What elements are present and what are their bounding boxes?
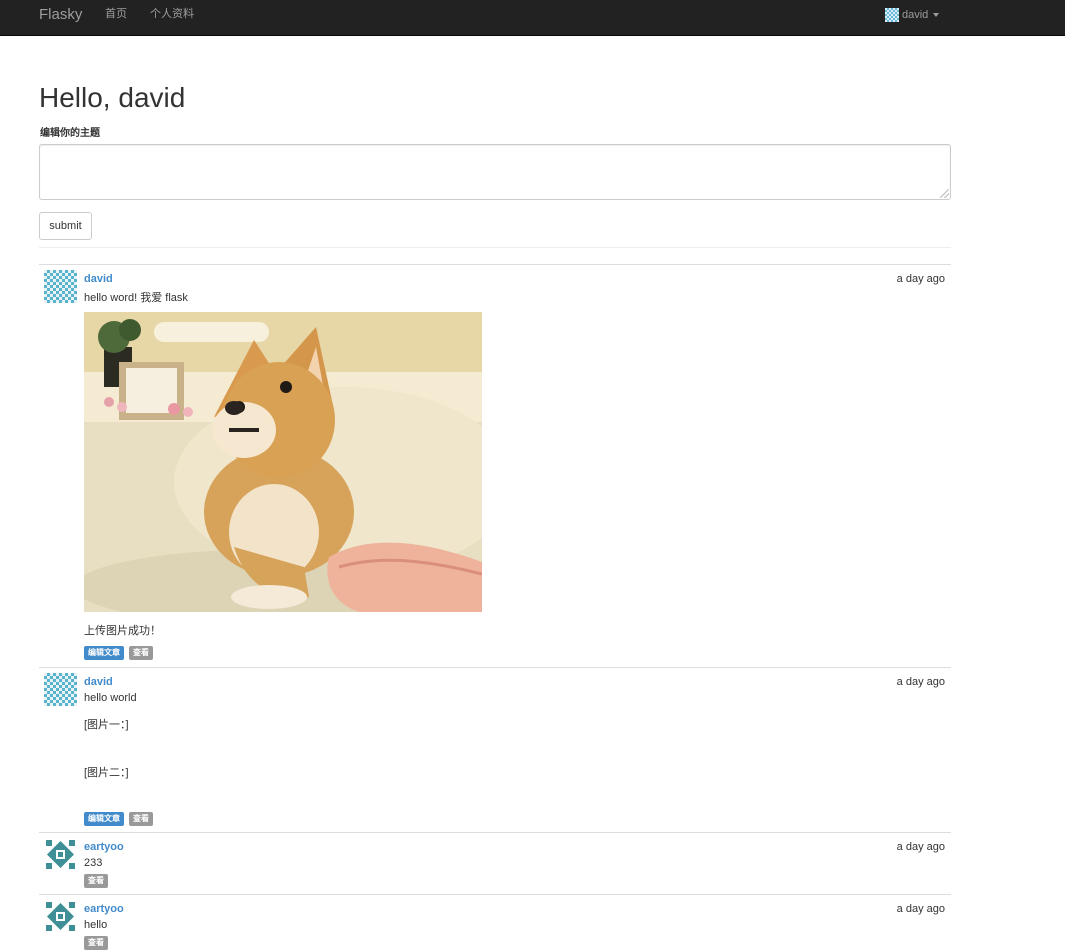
identicon-image (46, 902, 75, 931)
post-date: a day ago (896, 903, 945, 915)
post-body-text: [图片一：] (84, 719, 129, 731)
post-item: david a day ago hello word! 我爱 flask 上传图… (39, 264, 951, 667)
post-body-textarea[interactable] (39, 144, 951, 200)
post-date: a day ago (896, 676, 945, 688)
post-image (84, 312, 482, 612)
post-item: david a day ago hello world [图片一：] [图片二：… (39, 667, 951, 832)
identicon-image (46, 840, 75, 869)
submit-button[interactable]: submit (39, 212, 92, 240)
edit-post-button[interactable]: 编辑文章 (84, 812, 124, 826)
post-body-label: 编辑你的主题 (40, 128, 100, 139)
resize-grip-icon[interactable] (940, 189, 949, 198)
navbar: Flasky 首页 个人资料 david (0, 0, 1065, 36)
post-author-link[interactable]: david (84, 273, 113, 285)
post-author-link[interactable]: eartyoo (84, 903, 124, 915)
post-date: a day ago (896, 841, 945, 853)
divider (39, 247, 951, 248)
nav-home-link[interactable]: 首页 (105, 8, 127, 20)
post-date: a day ago (896, 273, 945, 285)
post-body-text: 233 (84, 857, 103, 869)
post-item: eartyoo a day ago hello 查看 (39, 894, 951, 950)
post-body-text: hello (84, 919, 108, 931)
post-author-link[interactable]: david (84, 676, 113, 688)
user-name: david (902, 9, 929, 21)
author-avatar[interactable] (44, 673, 77, 706)
author-avatar[interactable] (44, 270, 77, 303)
view-post-button[interactable]: 查看 (129, 646, 153, 660)
view-post-button[interactable]: 查看 (84, 936, 108, 950)
post-body-text: hello world (84, 692, 137, 704)
author-avatar[interactable] (44, 900, 77, 933)
post-body-text: 上传图片成功！ (84, 625, 161, 637)
nav-profile-link[interactable]: 个人资料 (150, 8, 194, 20)
post-item: eartyoo a day ago 233 查看 (39, 832, 951, 894)
view-post-button[interactable]: 查看 (129, 812, 153, 826)
post-author-link[interactable]: eartyoo (84, 841, 124, 853)
post-body-text: hello word! 我爱 flask (84, 292, 188, 304)
user-menu-dropdown[interactable]: david (885, 7, 940, 23)
brand-link[interactable]: Flasky (39, 7, 82, 23)
post-body-text: [图片二：] (84, 767, 129, 779)
shiba-dog-photo (84, 312, 482, 612)
caret-down-icon (933, 13, 940, 17)
author-avatar[interactable] (44, 838, 77, 871)
view-post-button[interactable]: 查看 (84, 874, 108, 888)
edit-post-button[interactable]: 编辑文章 (84, 646, 124, 660)
user-avatar (885, 8, 899, 22)
page-title: Hello, david (39, 82, 186, 113)
